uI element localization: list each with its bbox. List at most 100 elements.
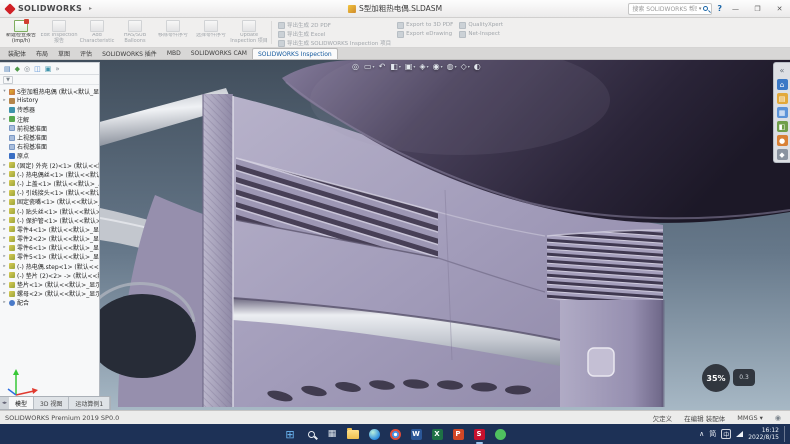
taskbar-app-icon[interactable]: X <box>430 427 445 442</box>
tree-item[interactable]: ▸ 零件2<2> (默认<<默认>_显示状态 <box>2 234 99 243</box>
close-button[interactable]: ✕ <box>771 2 788 16</box>
ribbon-button[interactable]: Update Inspection 项目 <box>230 19 268 46</box>
chevron-down-icon[interactable]: ▾ <box>373 64 375 69</box>
headsup-icon[interactable]: ◉ ▾ <box>433 62 443 71</box>
expand-arrow-icon[interactable]: ▸ <box>2 254 7 259</box>
taskbar-app-icon[interactable]: S <box>472 427 487 442</box>
ribbon-tab[interactable]: 评估 <box>75 48 97 59</box>
expand-arrow-icon[interactable]: ▸ <box>2 163 7 168</box>
headsup-icon[interactable]: ◈ ▾ <box>419 62 428 71</box>
expand-arrow-icon[interactable]: ▸ <box>2 218 7 223</box>
filter-icon[interactable]: ▼ <box>3 76 13 84</box>
task-pane-icon[interactable]: ▤ <box>777 93 788 104</box>
expand-arrow-icon[interactable]: ▸ <box>2 300 7 305</box>
panel-header-icon[interactable]: ◫ <box>34 65 41 73</box>
expand-arrow-icon[interactable]: ▸ <box>2 282 7 287</box>
headsup-icon[interactable]: ◐ <box>474 62 482 71</box>
help-button[interactable]: ? <box>717 4 722 13</box>
ribbon-menu-item[interactable]: 导出生成 SOLIDWORKS Inspection 项目 <box>278 39 391 47</box>
headsup-icon[interactable]: ◎ <box>352 62 360 71</box>
menu-expand-arrow-icon[interactable]: ▸ <box>89 5 92 12</box>
headsup-icon[interactable]: ▭ ▾ <box>364 62 375 71</box>
taskbar-app-icon[interactable]: P <box>451 427 466 442</box>
tree-item[interactable]: ▾ S型加粗热电偶 (默认<默认_显示状态-1 <box>2 87 99 96</box>
ribbon-menu-item[interactable]: Export to 3D PDF <box>397 21 453 29</box>
tree-item[interactable]: ▸ 注解 <box>2 115 99 124</box>
ribbon-button[interactable]: 新建检查报告(imp/h) <box>2 19 40 46</box>
tree-item[interactable]: ▸ (-) 贴头丝<1> (默认<<默认>_显示... <box>2 206 99 215</box>
panel-header-icon[interactable]: ◎ <box>24 65 30 73</box>
task-pane-icon[interactable]: ◧ <box>777 121 788 132</box>
headsup-icon[interactable]: ◧ ▾ <box>390 62 401 71</box>
ribbon-tab[interactable]: 装配体 <box>3 48 31 59</box>
minimize-button[interactable]: — <box>727 2 744 16</box>
ribbon-tab[interactable]: 草图 <box>53 48 75 59</box>
search-input[interactable]: 搜索 SOLIDWORKS 帮助 ▾ <box>628 3 712 15</box>
tree-item[interactable]: ▸ 零件4<1> (默认<<默认>_显示状态 <box>2 225 99 234</box>
headsup-icon[interactable]: ◇ ▾ <box>461 62 470 71</box>
tree-item[interactable]: 右视基准面 <box>2 142 99 151</box>
ribbon-tab[interactable]: MBD <box>162 48 186 59</box>
tree-item[interactable]: ▸ 固定瓷嘴<1> (默认<<默认>_显示状 <box>2 197 99 206</box>
ribbon-tab[interactable]: SOLIDWORKS 插件 <box>97 48 162 59</box>
ribbon-button[interactable]: 移除零件序号 <box>154 19 192 46</box>
ribbon-button[interactable]: HAS/SUB Balloons <box>116 19 154 46</box>
maximize-button[interactable]: ❐ <box>749 2 766 16</box>
chevron-down-icon[interactable]: ▾ <box>427 64 429 69</box>
panel-header-icon[interactable]: ▤ <box>4 65 11 73</box>
tree-item[interactable]: ▸ 零件5<1> (默认<<默认>_显示状态 <box>2 252 99 261</box>
expand-arrow-icon[interactable]: ▸ <box>2 209 7 214</box>
expand-arrow-icon[interactable]: ▸ <box>2 273 7 278</box>
headsup-icon[interactable]: ↶ <box>379 62 387 71</box>
tree-item[interactable]: ▸ (-) 上盖<1> (默认<<默认>_显示状态 <box>2 179 99 188</box>
chevron-down-icon[interactable]: ▾ <box>699 6 702 12</box>
expand-arrow-icon[interactable]: ▸ <box>2 199 7 204</box>
expand-arrow-icon[interactable]: ▸ <box>2 172 7 177</box>
language-indicator[interactable]: 中 <box>721 429 731 439</box>
tree-item[interactable]: 前视基准面 <box>2 124 99 133</box>
ribbon-menu-item[interactable]: 导出生成 Excel <box>278 30 391 38</box>
tree-item[interactable]: ▸ 螺母<2> (默认<<默认>_显示状... <box>2 289 99 298</box>
task-pane-icon[interactable]: ⌂ <box>777 79 788 90</box>
headsup-icon[interactable]: ▣ ▾ <box>405 62 416 71</box>
taskbar-app-icon[interactable] <box>493 427 508 442</box>
task-pane-icon[interactable]: ● <box>777 135 788 146</box>
task-pane-icon[interactable]: ▦ <box>777 107 788 118</box>
expand-arrow-icon[interactable]: ▸ <box>2 264 7 269</box>
expand-arrow-icon[interactable]: ▸ <box>2 190 7 195</box>
taskbar-app-icon[interactable] <box>304 427 319 442</box>
expand-arrow-icon[interactable]: ▸ <box>2 227 7 232</box>
ribbon-button[interactable]: Add Characteristic <box>78 19 116 46</box>
status-icon[interactable]: ◉ <box>775 414 781 422</box>
ime-indicator[interactable]: 简 <box>709 429 716 439</box>
ribbon-tab[interactable]: SOLIDWORKS Inspection <box>252 48 338 59</box>
taskbar-app-icon[interactable] <box>388 427 403 442</box>
expand-arrow-icon[interactable]: ▸ <box>2 181 7 186</box>
ribbon-menu-item[interactable]: 导出生成 2D PDF <box>278 21 391 29</box>
tree-item[interactable]: 原点 <box>2 151 99 160</box>
tree-item[interactable]: ▸ (-) 引线接头<1> (默认<<默认... <box>2 188 99 197</box>
ribbon-tab[interactable]: 布局 <box>31 48 53 59</box>
tree-item[interactable]: ▸ (-) 保护管<1> (默认<<默认>_显示状 <box>2 216 99 225</box>
view-mode-tab[interactable]: 运动算例1 <box>69 397 110 409</box>
taskbar-app-icon[interactable]: ▦ <box>325 427 340 442</box>
tree-item[interactable]: ▸ (固定) 外壳 (2)<1> (默认<<默认>_显示状 <box>2 161 99 170</box>
chevron-down-icon[interactable]: ▾ <box>468 64 470 69</box>
expand-arrow-icon[interactable]: ▸ <box>2 98 7 103</box>
panel-header-icon[interactable]: » <box>55 65 59 73</box>
search-icon[interactable] <box>703 6 708 11</box>
network-icon[interactable] <box>736 431 743 437</box>
tree-item[interactable]: 传感器 <box>2 105 99 114</box>
expand-arrow-icon[interactable]: ▸ <box>2 117 7 122</box>
tray-clock[interactable]: 16:12 2022/8/15 <box>748 427 779 442</box>
ribbon-tab[interactable]: SOLIDWORKS CAM <box>186 48 252 59</box>
panel-header-icon[interactable]: ▣ <box>45 65 52 73</box>
tree-item[interactable]: ▸ History <box>2 96 99 105</box>
tree-item[interactable]: ▸ (-) 垫片 (2)<2> -> (默认<<默认... <box>2 271 99 280</box>
expand-arrow-icon[interactable]: ▸ <box>2 236 7 241</box>
taskbar-app-icon[interactable]: ⊞ <box>283 427 298 442</box>
headsup-icon[interactable]: ◍ ▾ <box>447 62 457 71</box>
ribbon-menu-item[interactable]: QualityXpert <box>459 21 503 29</box>
chevron-down-icon[interactable]: ▾ <box>441 64 443 69</box>
expand-arrow-icon[interactable]: ▸ <box>2 245 7 250</box>
